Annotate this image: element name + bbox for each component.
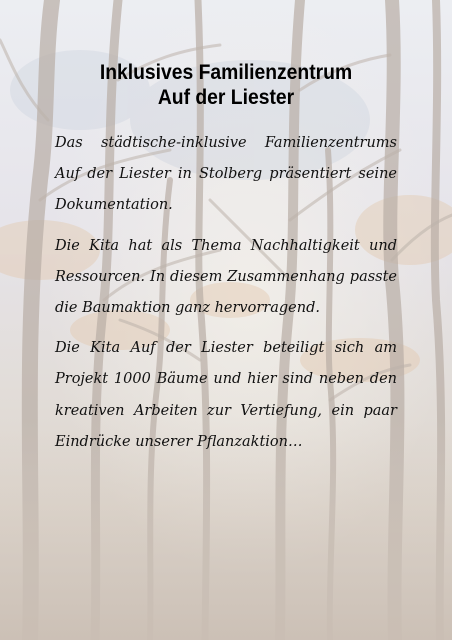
flyer-page: Inklusives Familienzentrum Auf der Liest… xyxy=(0,0,452,640)
body-text: Das städtische-inklusive Familienzentrum… xyxy=(55,128,397,467)
title-line-1: Inklusives Familienzentrum xyxy=(99,61,353,84)
paragraph-project: Die Kita Auf der Liester beteiligt sich … xyxy=(55,340,397,450)
title-line-2: Auf der Liester xyxy=(157,86,295,109)
paragraph-theme: Die Kita hat als Thema Nachhaltigkeit un… xyxy=(55,237,397,317)
paragraph-intro: Das städtische-inklusive Familienzentrum… xyxy=(55,135,397,214)
page-title: Inklusives Familienzentrum Auf der Liest… xyxy=(18,60,434,110)
